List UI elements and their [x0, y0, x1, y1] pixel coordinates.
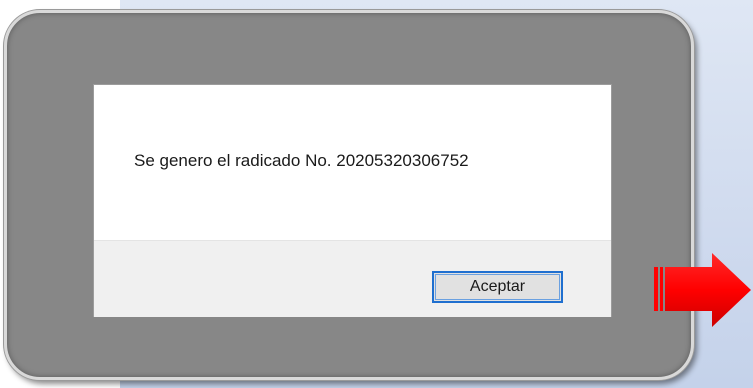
dialog-message: Se genero el radicado No. 20205320306752 [134, 151, 469, 170]
accept-button[interactable]: Aceptar [432, 271, 563, 303]
dialog-body: Se genero el radicado No. 20205320306752 [94, 85, 611, 240]
screenshot-canvas: Se genero el radicado No. 20205320306752… [0, 0, 753, 388]
dialog-footer: Aceptar [94, 240, 611, 317]
right-arrow-icon [654, 253, 751, 327]
message-dialog: Se genero el radicado No. 20205320306752… [93, 84, 612, 317]
